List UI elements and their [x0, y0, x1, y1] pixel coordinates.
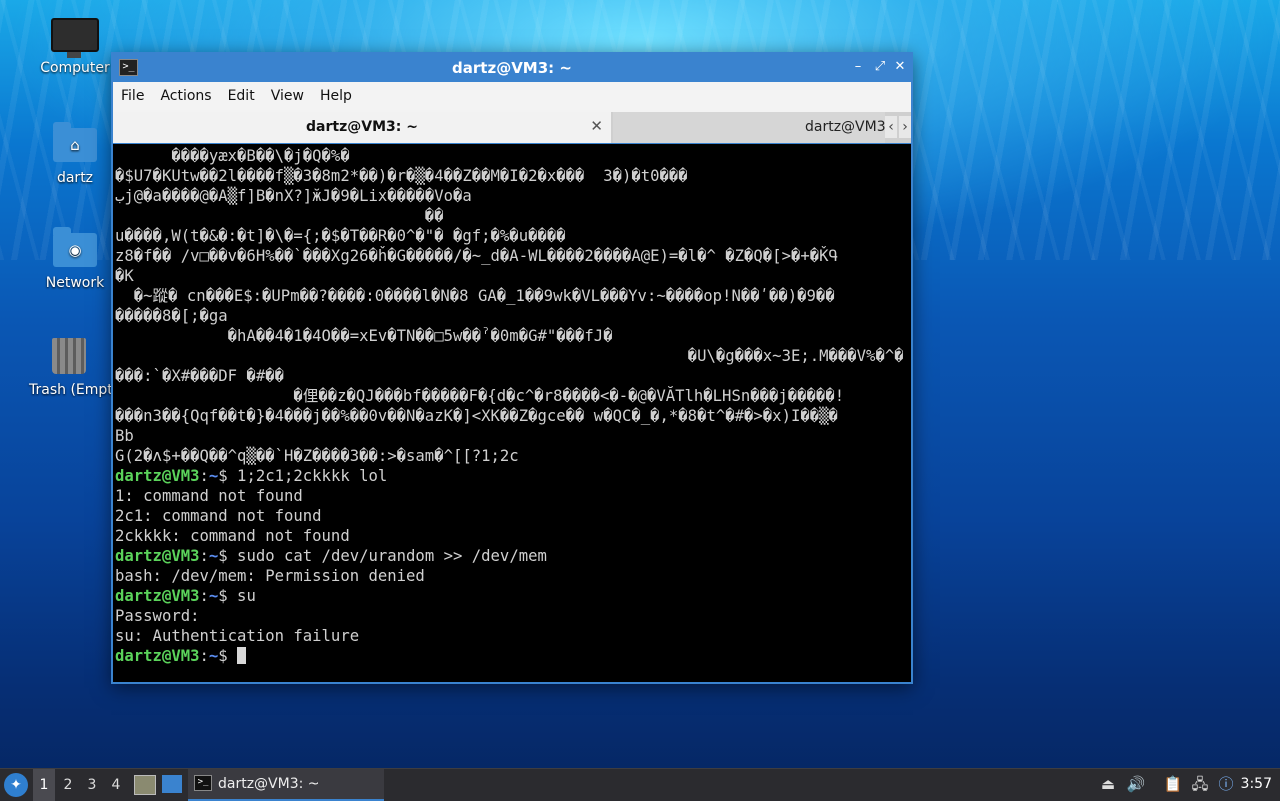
workspace-1[interactable]: 1: [33, 769, 55, 801]
tab-label: dartz@VM3: ~: [306, 119, 418, 135]
workspace-3[interactable]: 3: [81, 769, 103, 801]
tab-2[interactable]: dartz@VM3: ~: [613, 112, 885, 143]
taskbar-task-terminal[interactable]: >_ dartz@VM3: ~: [188, 769, 384, 801]
file-manager-icon[interactable]: [134, 775, 156, 795]
menu-view[interactable]: View: [263, 82, 312, 112]
show-desktop-icon[interactable]: [162, 775, 182, 793]
prompt-user: dartz@VM3: [115, 547, 200, 565]
garbage-output-line: ���:`�X#���DF �#��: [115, 367, 284, 385]
desktop-icon-label: Network: [45, 275, 105, 291]
volume-icon[interactable]: 🔊: [1126, 774, 1146, 794]
task-label: dartz@VM3: ~: [218, 776, 320, 792]
garbage-output-line: Bb: [115, 427, 134, 445]
tab-scroll-right-icon[interactable]: ›: [899, 116, 911, 138]
clipboard-icon[interactable]: 📋: [1163, 774, 1183, 794]
close-button[interactable]: ✕: [891, 58, 909, 76]
tab-label: dartz@VM3: ~: [805, 119, 885, 135]
workspace-2[interactable]: 2: [57, 769, 79, 801]
window-titlebar[interactable]: >_ dartz@VM3: ~ – ⤢ ✕: [113, 54, 911, 82]
desktop-icon-label: Computer: [40, 60, 110, 76]
tab-close-icon[interactable]: ✕: [590, 117, 603, 135]
command-text: $ sudo cat /dev/urandom >> /dev/mem: [218, 547, 547, 565]
prompt-user: dartz@VM3: [115, 587, 200, 605]
terminal-cursor: [237, 647, 247, 664]
window-title: dartz@VM3: ~: [452, 59, 572, 77]
terminal-window: >_ dartz@VM3: ~ – ⤢ ✕ File Actions Edit Vie…: [111, 52, 913, 684]
prompt-path: ~: [208, 587, 219, 605]
garbage-output-line: �~蹤� cn���E$:�UPm��?����:0����l�N�8 GA�_…: [115, 287, 835, 305]
command-output-line: 2c1: command not found: [115, 507, 322, 525]
terminal-icon: >_: [194, 775, 212, 791]
terminal-text: ����yæx�B��\�j�Q�%� �$U7�KUtw��2l����f▒�…: [115, 147, 904, 665]
notification-icon[interactable]: ⓘ: [1216, 774, 1236, 794]
menu-file[interactable]: File: [113, 82, 152, 112]
start-menu-icon[interactable]: ✦: [4, 773, 28, 797]
garbage-output-line: z8�f�� /v□��v�6H%��`���Xg26�ȟ�G�����/�~_…: [115, 247, 838, 265]
workspace-4[interactable]: 4: [105, 769, 127, 801]
command-output-line: 1: command not found: [115, 487, 303, 505]
menu-actions[interactable]: Actions: [152, 82, 219, 112]
maximize-button[interactable]: ⤢: [871, 58, 889, 76]
menu-help[interactable]: Help: [312, 82, 360, 112]
home-folder-icon: ⌂: [53, 122, 97, 162]
garbage-output-line: �$U7�KUtw��2l����f▒�3�8m2*��)�r�▒�4��Z��…: [115, 167, 688, 185]
garbage-output-line: ��: [115, 207, 444, 225]
garbage-output-line: �K: [115, 267, 134, 285]
network-folder-icon: ◉: [53, 227, 97, 267]
command-output-line: su: Authentication failure: [115, 627, 360, 645]
command-output-line: Password:: [115, 607, 200, 625]
desktop-icon-network[interactable]: ◉ Network: [27, 227, 123, 291]
computer-icon: [51, 18, 99, 58]
garbage-output-line: �U\�g���x~3E;.M���V%�^�: [115, 347, 904, 365]
garbage-output-line: ���n3��{Qqf��t�}�4���j��%��0v��N�azK�]<X…: [115, 407, 838, 425]
command-text: $ 1;2c1;2ckkkk lol: [218, 467, 388, 485]
network-icon[interactable]: 🖧: [1190, 774, 1210, 794]
tab-scroll-left-icon[interactable]: ‹: [885, 116, 897, 138]
garbage-output-line: �hA��4�1�4O��=xEv�TN��□5w��ˀ�0m�G#"���fJ…: [115, 327, 613, 345]
terminal-output[interactable]: ����yæx�B��\�j�Q�%� �$U7�KUtw��2l����f▒�…: [113, 144, 911, 682]
prompt-user: dartz@VM3: [115, 467, 200, 485]
desktop-icon-trash[interactable]: Trash (Empty): [27, 338, 111, 398]
garbage-output-line: u����,W(t�&�:�t]�\�={;�$�T��R�0^�"� �gf;…: [115, 227, 566, 245]
tab-bar: dartz@VM3: ~ ✕ dartz@VM3: ~ ‹ ›: [113, 112, 911, 144]
command-text: $: [218, 647, 238, 665]
command-output-line: 2ckkkk: command not found: [115, 527, 350, 545]
garbage-output-line: �����8�[;�ga: [115, 307, 228, 325]
eject-icon[interactable]: ⏏: [1098, 774, 1118, 794]
menu-bar: File Actions Edit View Help: [113, 82, 911, 112]
garbage-output-line: G(2�ʌ$+��Q��^q▒��`H�Z����3��:>�sam�^[[?1…: [115, 447, 519, 465]
desktop-icon-label: Trash (Empty): [29, 382, 111, 398]
menu-edit[interactable]: Edit: [220, 82, 263, 112]
minimize-button[interactable]: –: [849, 58, 867, 76]
taskbar: ✦ 1 2 3 4 >_ dartz@VM3: ~ ⏏ 🔊 📋 🖧 ⓘ 3:57: [0, 768, 1280, 801]
prompt-path: ~: [208, 547, 219, 565]
desktop-icon-label: dartz: [56, 170, 94, 186]
garbage-output-line: ����yæx�B��\�j�Q�%�: [115, 147, 350, 165]
tab-1[interactable]: dartz@VM3: ~ ✕: [113, 112, 611, 144]
trash-icon: [52, 338, 86, 374]
garbage-output-line: بj@�a����@�A▒f]B�nX?]ӂJ�9�Lix�����Vo�a: [115, 187, 472, 205]
garbage-output-line: �俚��z�QJ���bf�����F�{d�c^�r8����<�-�@�VĂ…: [115, 387, 845, 405]
clock: 3:57: [1240, 776, 1272, 792]
desktop-icon-home[interactable]: ⌂ dartz: [27, 122, 123, 186]
prompt-path: ~: [208, 647, 219, 665]
command-text: $ su: [218, 587, 256, 605]
prompt-user: dartz@VM3: [115, 647, 200, 665]
command-output-line: bash: /dev/mem: Permission denied: [115, 567, 425, 585]
desktop-icon-computer[interactable]: Computer: [27, 18, 123, 76]
prompt-path: ~: [208, 467, 219, 485]
